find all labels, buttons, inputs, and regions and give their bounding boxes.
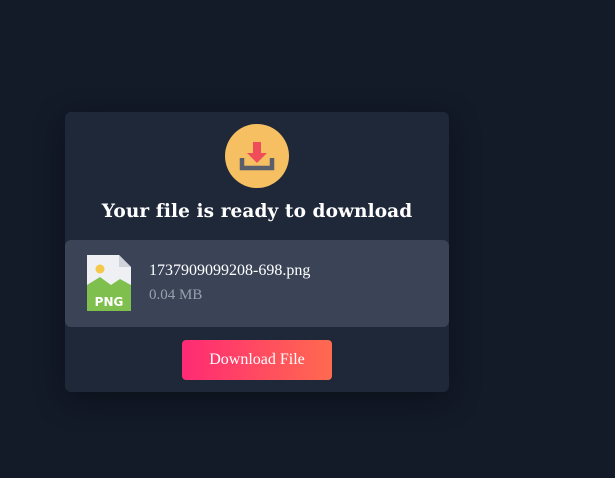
download-file-button[interactable]: Download File [182,340,332,380]
download-icon [225,124,289,188]
file-item: PNG 1737909099208-698.png 0.04 MB [65,240,449,327]
file-size: 0.04 MB [149,287,203,303]
file-name: 1737909099208-698.png [149,262,311,279]
file-type-label: PNG [95,295,124,309]
dialog-title: Your file is ready to download [101,201,413,222]
png-file-icon: PNG [87,255,131,311]
download-card: Your file is ready to download PNG 17379… [65,112,449,392]
